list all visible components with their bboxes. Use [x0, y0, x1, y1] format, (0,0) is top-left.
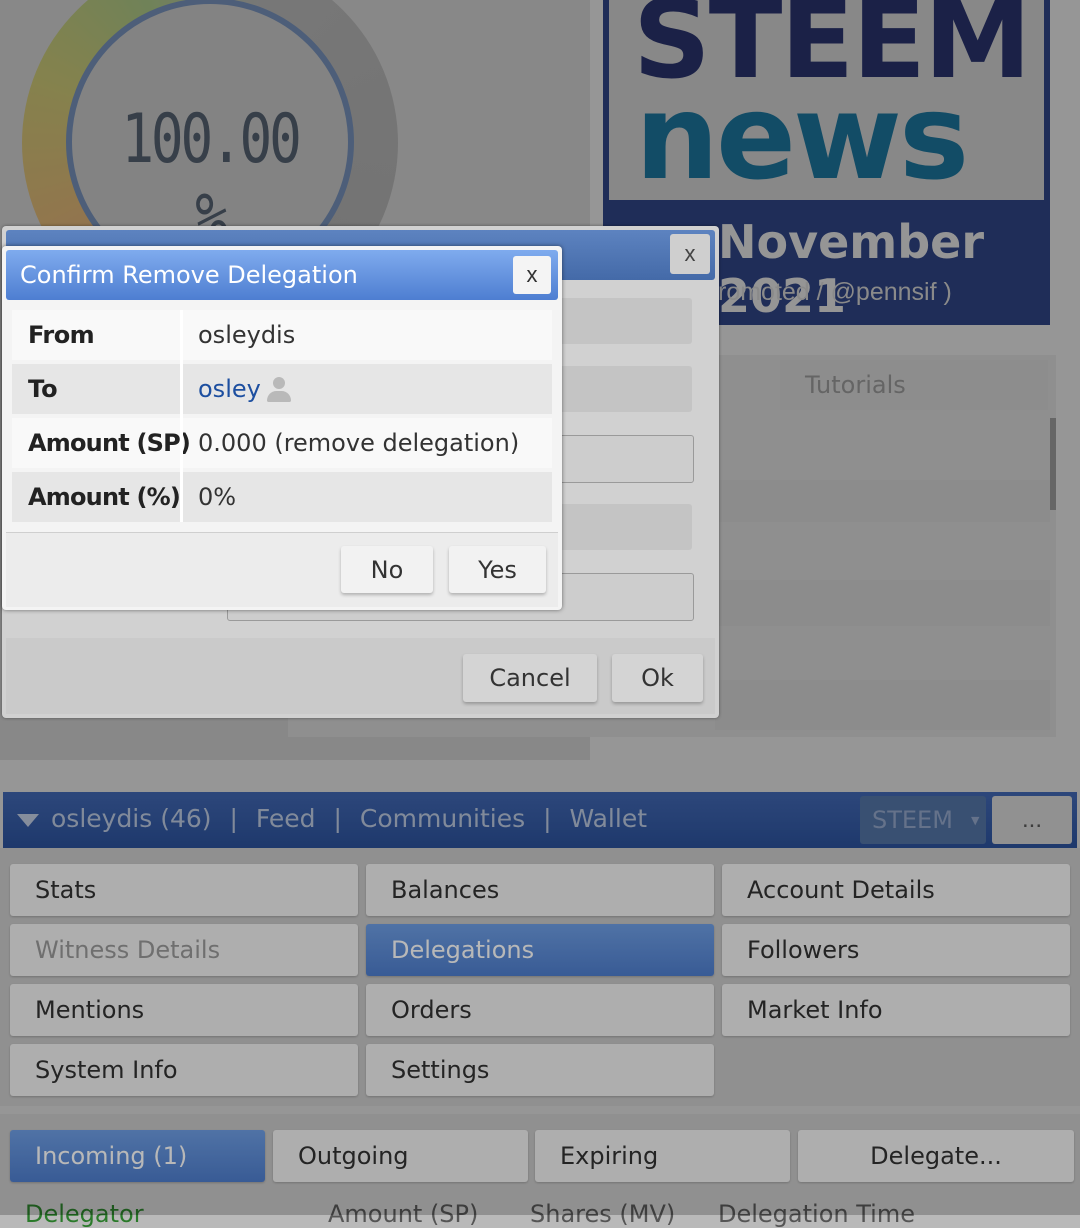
menu-account-details[interactable]: Account Details: [722, 864, 1070, 916]
tab-incoming-label: Incoming (1): [35, 1142, 188, 1170]
more-button[interactable]: ...: [992, 796, 1072, 844]
menu-label: Mentions: [35, 996, 145, 1024]
more-button-label: ...: [1021, 806, 1042, 833]
menu-label: Stats: [35, 876, 97, 904]
row-from: From osleydis: [12, 310, 552, 360]
menu-witness-details: Witness Details: [10, 924, 358, 976]
delegate-dialog-footer: [6, 638, 715, 714]
currency-value: STEEM: [872, 806, 953, 834]
menu-label: System Info: [35, 1056, 178, 1084]
confirm-dialog-titlebar: Confirm Remove Delegation x: [6, 250, 558, 300]
currency-select[interactable]: STEEM ▼: [860, 796, 986, 844]
column-divider: [180, 310, 183, 522]
scrollbar[interactable]: [1050, 418, 1056, 510]
menu-market-info[interactable]: Market Info: [722, 984, 1070, 1036]
menu-system-info[interactable]: System Info: [10, 1044, 358, 1096]
row-to: To osley: [12, 364, 552, 414]
form-field[interactable]: [557, 366, 692, 412]
confirm-dialog-close[interactable]: x: [513, 256, 551, 294]
collapse-toggle-icon[interactable]: [17, 814, 39, 827]
col-amount: Amount (SP): [328, 1200, 479, 1228]
menu-label: Orders: [391, 996, 472, 1024]
list-row: [715, 480, 1050, 522]
menu-label: Followers: [747, 936, 860, 964]
banner-news: news: [635, 68, 969, 206]
value-from: osleydis: [198, 321, 296, 349]
yes-button-label: Yes: [478, 555, 517, 584]
delegate-dialog-close[interactable]: x: [670, 234, 710, 274]
close-icon: x: [526, 262, 538, 287]
nav-feed[interactable]: Feed: [256, 804, 316, 833]
menu-mentions[interactable]: Mentions: [10, 984, 358, 1036]
row-amount-percent: Amount (%) 0%: [12, 472, 552, 522]
value-amount-percent: 0%: [198, 483, 237, 511]
nav-communities[interactable]: Communities: [360, 804, 525, 833]
menu-orders[interactable]: Orders: [366, 984, 714, 1036]
user-icon-body: [267, 391, 291, 402]
col-time: Delegation Time: [718, 1200, 915, 1228]
menu-balances[interactable]: Balances: [366, 864, 714, 916]
value-to-link[interactable]: osley: [198, 375, 261, 403]
tab-incoming[interactable]: Incoming (1): [10, 1130, 265, 1182]
account-nav-bar: osleydis (46) | Feed | Communities | Wal…: [3, 792, 1077, 848]
form-field[interactable]: [557, 298, 692, 344]
banner-promoted: romoted / @pennsif ): [718, 278, 952, 306]
form-field[interactable]: [557, 504, 692, 550]
tab-outgoing[interactable]: Outgoing: [273, 1130, 528, 1182]
menu-label: Delegations: [391, 936, 535, 964]
user-icon[interactable]: [266, 376, 292, 402]
ok-button[interactable]: Ok: [612, 654, 703, 702]
nav-wallet[interactable]: Wallet: [569, 804, 647, 833]
yes-button[interactable]: Yes: [449, 546, 546, 593]
tab-outgoing-label: Outgoing: [298, 1142, 409, 1170]
no-button[interactable]: No: [341, 546, 433, 593]
col-shares: Shares (MV): [530, 1200, 676, 1228]
dropdown-arrow-icon: ▼: [970, 813, 980, 827]
menu-settings[interactable]: Settings: [366, 1044, 714, 1096]
cancel-button[interactable]: Cancel: [463, 654, 597, 702]
nav-separator: |: [229, 804, 238, 833]
label-to: To: [28, 375, 58, 403]
confirm-remove-delegation-dialog: Confirm Remove Delegation x From osleydi…: [2, 246, 562, 610]
menu-stats[interactable]: Stats: [10, 864, 358, 916]
confirm-dialog-title: Confirm Remove Delegation: [20, 261, 358, 289]
menu-label: Witness Details: [35, 936, 221, 964]
amount-input[interactable]: [557, 435, 694, 483]
menu-delegations[interactable]: Delegations: [366, 924, 714, 976]
nav-separator: |: [333, 804, 342, 833]
col-delegator: Delegator: [25, 1200, 144, 1228]
label-amount-percent: Amount (%): [28, 483, 181, 511]
menu-label: Settings: [391, 1056, 490, 1084]
tab-expiring-label: Expiring: [560, 1142, 659, 1170]
row-amount-sp: Amount (SP) 0.000 (remove delegation): [12, 418, 552, 468]
cancel-button-label: Cancel: [489, 664, 571, 692]
label-from: From: [28, 321, 95, 349]
menu-followers[interactable]: Followers: [722, 924, 1070, 976]
value-amount-sp: 0.000 (remove delegation): [198, 429, 520, 457]
nav-separator: |: [543, 804, 552, 833]
list-row: [715, 580, 1050, 626]
nav-account[interactable]: osleydis (46): [51, 804, 212, 833]
close-icon: x: [684, 241, 696, 266]
menu-label: Balances: [391, 876, 500, 904]
user-icon-head: [273, 377, 285, 389]
label-amount-sp: Amount (SP): [28, 429, 191, 457]
no-button-label: No: [370, 555, 404, 584]
tab-tutorials-label: Tutorials: [805, 371, 906, 399]
tab-tutorials[interactable]: Tutorials: [780, 360, 1048, 410]
nav-links: osleydis (46) | Feed | Communities | Wal…: [51, 804, 647, 833]
list-row: [715, 680, 1050, 730]
delegate-button[interactable]: Delegate...: [798, 1130, 1074, 1182]
menu-label: Market Info: [747, 996, 883, 1024]
tab-expiring[interactable]: Expiring: [535, 1130, 790, 1182]
ok-button-label: Ok: [641, 664, 674, 692]
menu-label: Account Details: [747, 876, 935, 904]
delegate-button-label: Delegate...: [870, 1142, 1002, 1170]
